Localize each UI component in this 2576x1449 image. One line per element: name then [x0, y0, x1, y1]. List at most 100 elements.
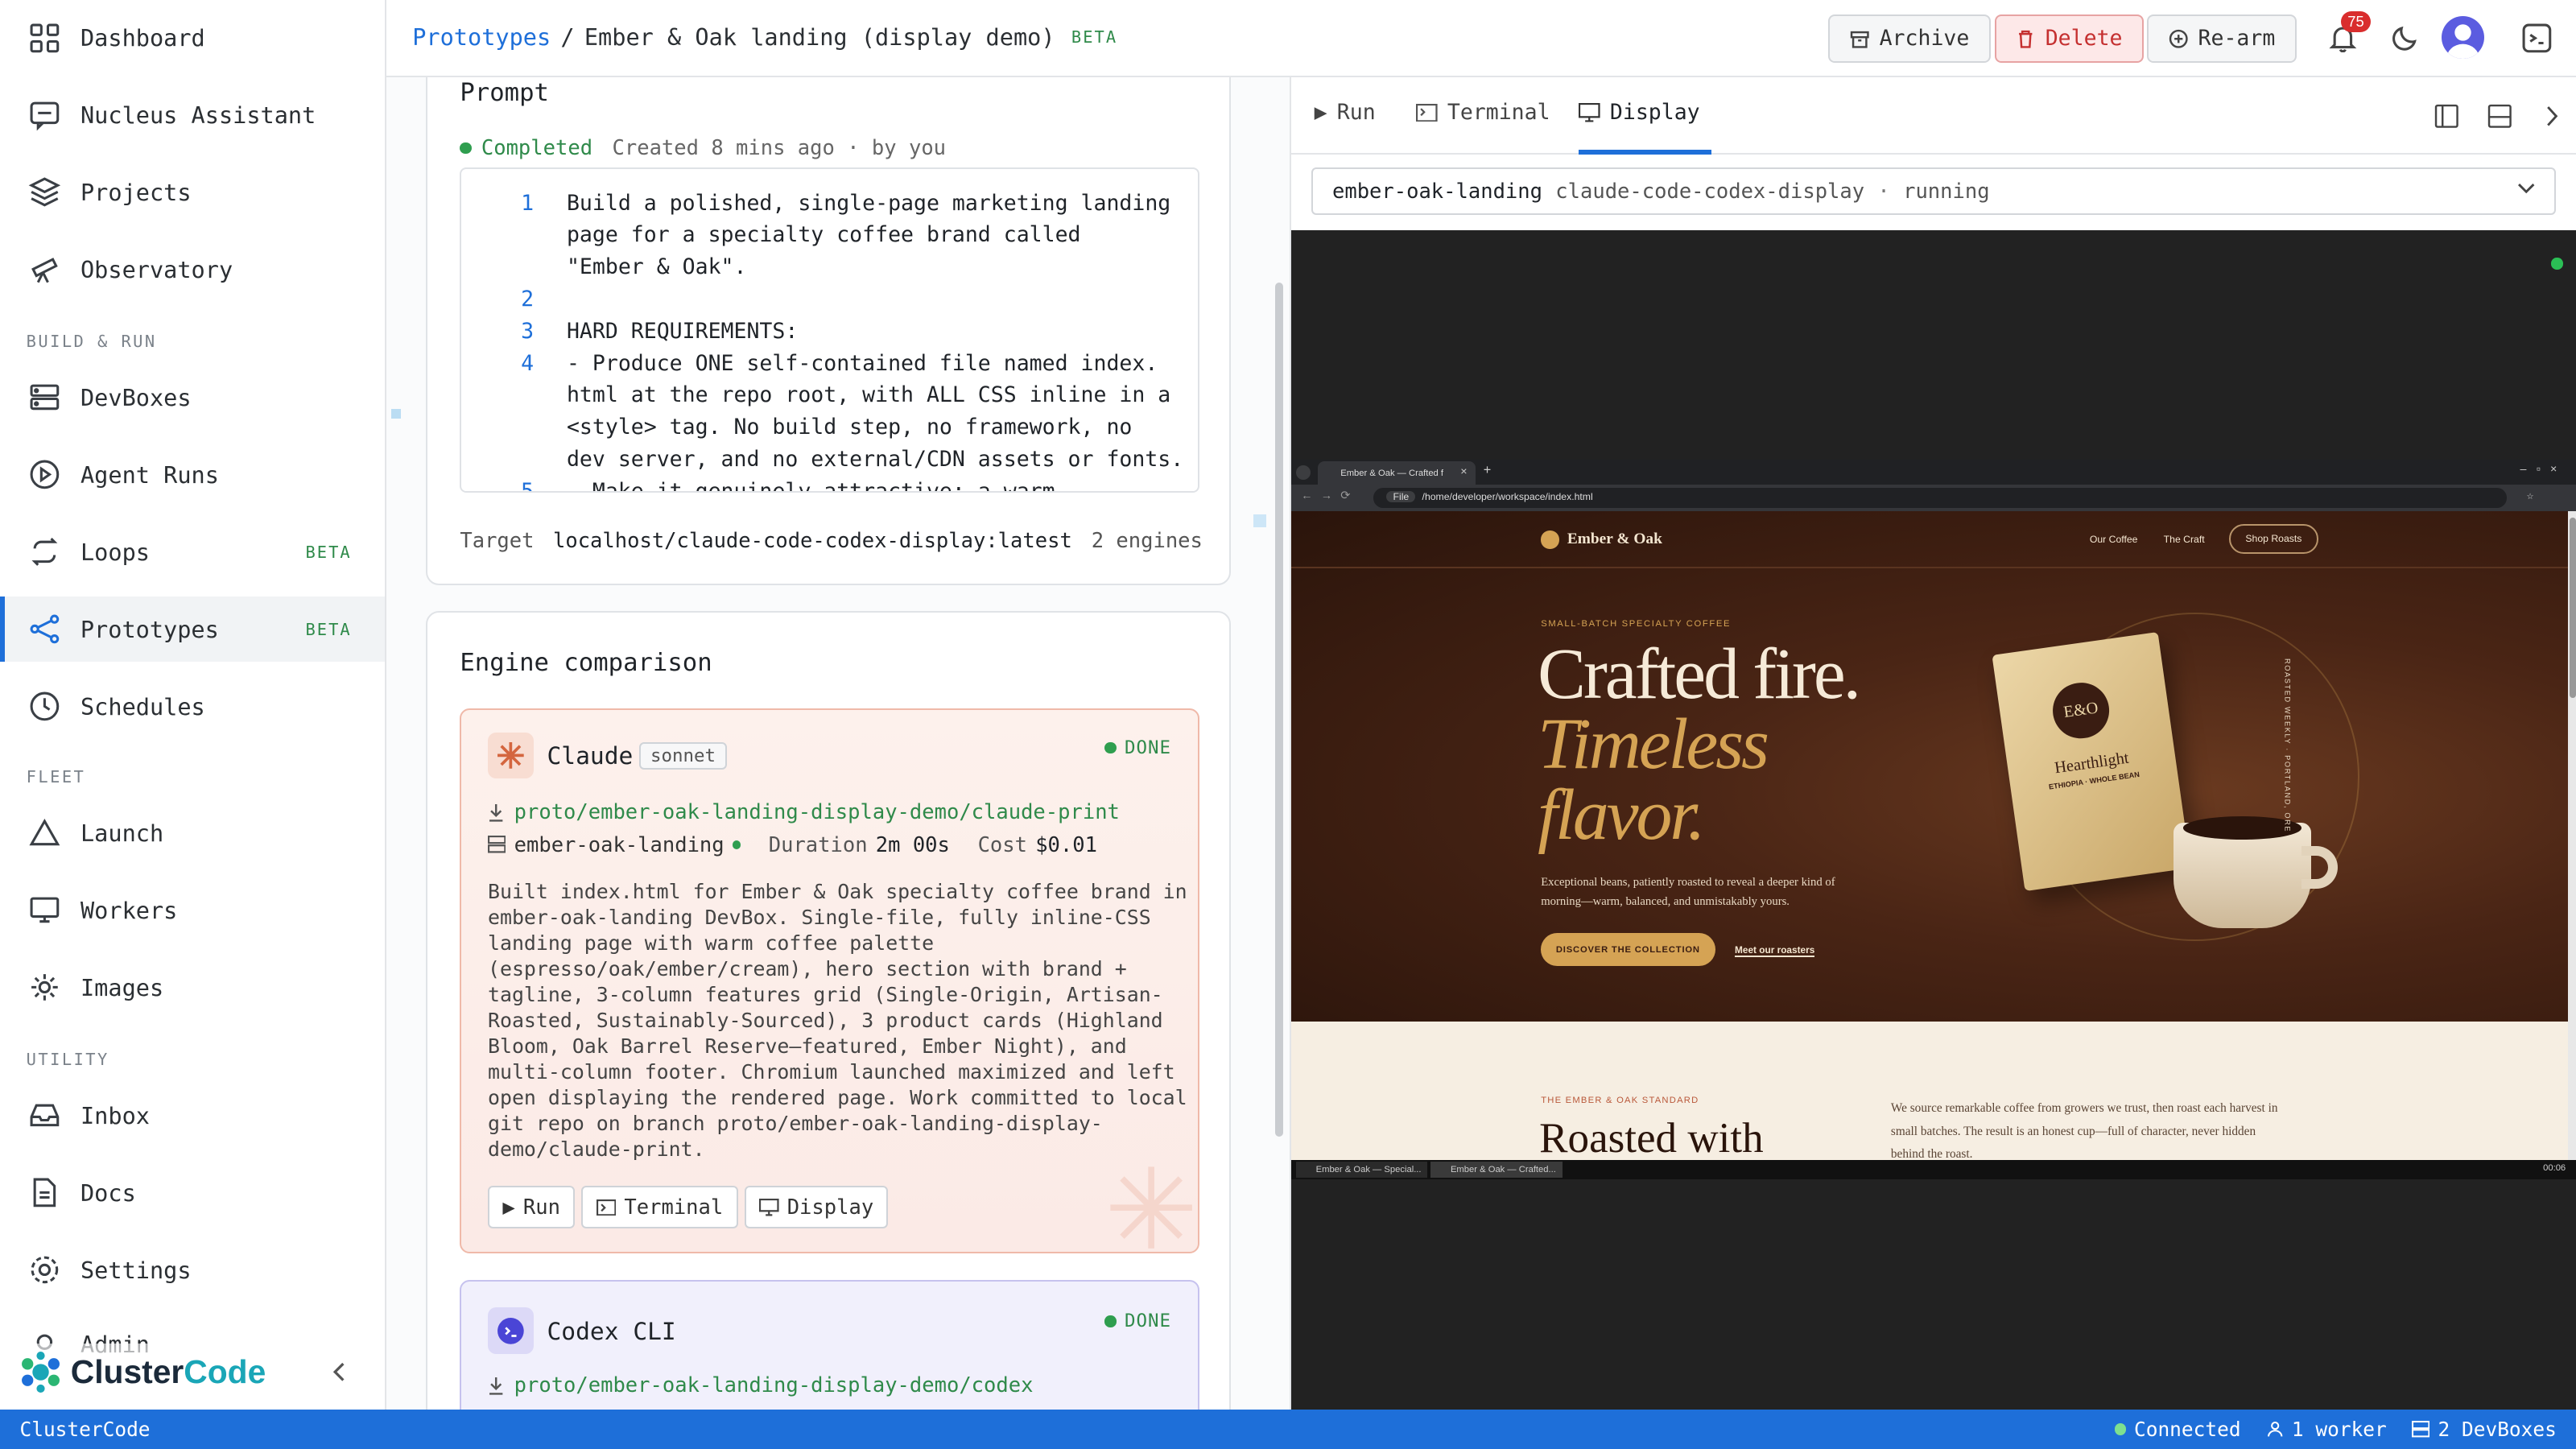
sidebar-item-label: Projects: [80, 178, 192, 206]
panel-bottom-icon[interactable]: [2487, 104, 2512, 129]
terminal-icon: [1416, 103, 1438, 122]
sidebar-item-devboxes[interactable]: DevBoxes: [0, 365, 385, 431]
site-shop-button[interactable]: Shop Roasts: [2229, 523, 2318, 554]
sidebar-item-observatory[interactable]: Observatory: [0, 237, 385, 303]
site-body-line: morning—warm, balanced, and unmistakably…: [1541, 895, 1790, 909]
summary-line: git repo on branch proto/ember-oak-landi…: [488, 1112, 1103, 1136]
branch-name: proto/ember-oak-landing-display-demo/cla…: [514, 799, 1120, 824]
sidebar-item-inbox[interactable]: Inbox: [0, 1083, 385, 1149]
site-hero: Ember & Oak Our Coffee The Craft Shop Ro…: [1291, 510, 2568, 1022]
devbox-name[interactable]: ember-oak-landing: [514, 833, 724, 857]
summary-line: Roasted, Sustainably-Sourced), 3 product…: [488, 1008, 1163, 1032]
tab-close-icon[interactable]: ×: [1460, 465, 1467, 478]
line-number: 5: [521, 478, 535, 493]
tab-run[interactable]: ▶ Run: [1315, 100, 1376, 125]
brand-logo[interactable]: Cluster Code: [19, 1351, 266, 1393]
terminal-button[interactable]: Terminal: [581, 1186, 738, 1229]
display-button[interactable]: Display: [744, 1186, 889, 1229]
browser-scrollbar[interactable]: [2567, 510, 2576, 1180]
decor-dot: [1253, 514, 1267, 528]
delete-button[interactable]: Delete: [1994, 14, 2144, 63]
archive-button[interactable]: Archive: [1828, 14, 1991, 63]
sidebar-item-projects[interactable]: Projects: [0, 159, 385, 225]
site-standard-section: THE EMBER & OAK STANDARD Roasted with We…: [1291, 1022, 2568, 1180]
collapse-sidebar-icon[interactable]: [328, 1360, 352, 1384]
middle-scrollbar[interactable]: [1274, 283, 1283, 1137]
tab-terminal[interactable]: Terminal: [1416, 100, 1550, 125]
site-nav-coffee[interactable]: Our Coffee: [2090, 534, 2138, 545]
avatar[interactable]: [2441, 16, 2484, 60]
taskbar-item[interactable]: Ember & Oak — Special...: [1296, 1161, 1428, 1179]
sidebar-item-launch[interactable]: Launch: [0, 800, 385, 866]
sidebar-item-images[interactable]: Images: [0, 955, 385, 1021]
nav-arrows-icon[interactable]: ←→⟳: [1301, 489, 1358, 502]
site-roasters-link[interactable]: Meet our roasters: [1735, 944, 1815, 958]
tab-label: Terminal: [1447, 100, 1550, 126]
comparison-heading: Engine comparison: [460, 649, 712, 678]
moon-icon[interactable]: [2390, 23, 2420, 53]
prompt-line: <style> tag. No build step, no framework…: [566, 415, 1133, 440]
tab-display[interactable]: Display: [1579, 100, 1700, 125]
taskbar-clock: 00:06: [2543, 1162, 2566, 1173]
branch-name: proto/ember-oak-landing-display-demo/cod…: [514, 1373, 1034, 1397]
server-icon: [2411, 1421, 2430, 1438]
breadcrumb-prototypes[interactable]: Prototypes: [412, 23, 551, 51]
tab-menu-icon[interactable]: [1296, 464, 1311, 480]
site-eyebrow: SMALL-BATCH SPECIALTY COFFEE: [1541, 619, 1732, 630]
clock-icon: [28, 690, 61, 723]
sidebar-item-prototypes[interactable]: Prototypes BETA: [0, 596, 385, 663]
status-text: DONE: [1124, 737, 1172, 759]
display-label: Display: [786, 1195, 874, 1220]
panel-left-icon[interactable]: [2434, 104, 2459, 129]
top-bar: Prototypes / Ember & Oak landing (displa…: [386, 0, 2576, 77]
sidebar-item-docs[interactable]: Docs: [0, 1160, 385, 1226]
cup-handle: [2301, 845, 2338, 889]
run-label: Run: [522, 1195, 560, 1220]
prompt-line: page for a specialty coffee brand called: [566, 222, 1081, 248]
sidebar-item-label: Nucleus Assistant: [80, 101, 316, 129]
site-logo[interactable]: Ember & Oak: [1541, 530, 1662, 549]
panel-tabs: ▶ Run Terminal Display: [1291, 77, 2576, 155]
new-tab-icon[interactable]: +: [1484, 463, 1492, 478]
star-icon[interactable]: ☆: [2527, 489, 2534, 502]
taskbar-item[interactable]: Ember & Oak — Crafted...: [1430, 1161, 1563, 1179]
sidebar-item-loops[interactable]: Loops BETA: [0, 519, 385, 585]
terminal-toggle-icon[interactable]: [2520, 22, 2553, 55]
grid-icon: [28, 22, 61, 55]
window-controls[interactable]: –▫×: [2520, 463, 2567, 476]
section-body-line: small batches. The result is an honest c…: [1890, 1124, 2256, 1138]
section-title: Roasted with: [1539, 1114, 1764, 1162]
sidebar-item-agent-runs[interactable]: Agent Runs: [0, 442, 385, 508]
rearm-button[interactable]: Re-arm: [2147, 14, 2297, 63]
sidebar-item-workers[interactable]: Workers: [0, 877, 385, 943]
user-icon: [2267, 1421, 2283, 1437]
sidebar-item-dashboard[interactable]: Dashboard: [0, 5, 385, 71]
coffee-cup: [2173, 816, 2338, 928]
sidebar-item-schedules[interactable]: Schedules: [0, 674, 385, 740]
summary-line: tagline, 3-column features grid (Single-…: [488, 982, 1163, 1006]
remote-display[interactable]: Ember & Oak — Crafted f × + –▫× ←→⟳ File…: [1291, 229, 2576, 1410]
beta-badge: BETA: [305, 542, 352, 562]
download-icon: [488, 1376, 504, 1395]
chevron-right-icon[interactable]: [2540, 104, 2563, 129]
telescope-icon: [28, 253, 61, 286]
connection-dot: [2551, 258, 2563, 270]
prompt-meta: Created 8 mins ago · by you: [612, 136, 947, 161]
run-button[interactable]: ▶ Run: [488, 1186, 576, 1229]
prompt-line: html at the repo root, with ALL CSS inli…: [566, 382, 1171, 408]
site-cta-button[interactable]: DISCOVER THE COLLECTION: [1541, 933, 1715, 966]
address-bar[interactable]: File/home/developer/workspace/index.html: [1373, 488, 2508, 508]
sidebar-item-nucleus-assistant[interactable]: Nucleus Assistant: [0, 82, 385, 148]
monitor-icon: [759, 1198, 779, 1216]
site-nav-craft[interactable]: The Craft: [2164, 534, 2205, 545]
branch-link[interactable]: proto/ember-oak-landing-display-demo/cla…: [488, 800, 1120, 824]
status-workers[interactable]: 1 worker: [2267, 1418, 2387, 1441]
sidebar-item-settings[interactable]: Settings: [0, 1237, 385, 1303]
branch-link[interactable]: proto/ember-oak-landing-display-demo/cod…: [488, 1373, 1033, 1397]
server-icon: [488, 836, 506, 853]
line-number: 1: [521, 190, 535, 216]
status-devboxes[interactable]: 2 DevBoxes: [2411, 1418, 2557, 1441]
devbox-select[interactable]: ember-oak-landing claude-code-codex-disp…: [1311, 167, 2557, 216]
engine-stats: ember-oak-landing Duration 2m 00s Cost $…: [488, 833, 1097, 857]
browser-tab[interactable]: Ember & Oak — Crafted f: [1317, 461, 1476, 485]
